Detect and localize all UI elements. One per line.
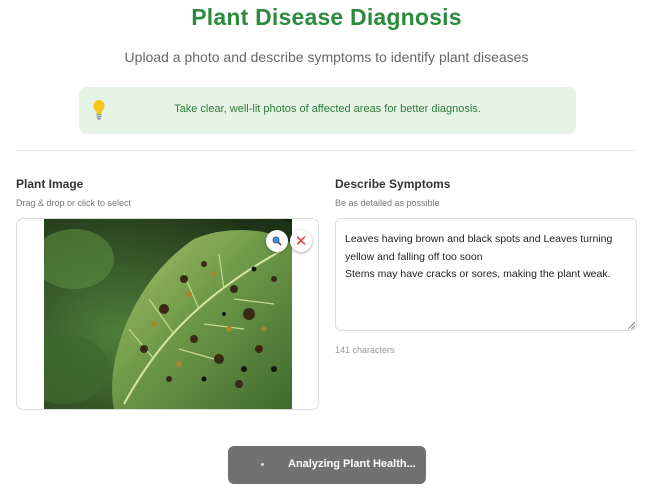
tip-text: Take clear, well-lit photos of affected … bbox=[174, 103, 481, 115]
page-title: Plant Disease Diagnosis bbox=[191, 4, 462, 30]
plant-image-hint: Drag & drop or click to select bbox=[16, 198, 132, 208]
close-icon: ✕ bbox=[294, 232, 308, 250]
plant-image-label: Plant Image bbox=[16, 177, 84, 191]
loading-spinner-icon bbox=[261, 463, 264, 466]
plant-leaf-image bbox=[44, 219, 292, 409]
character-count: 141 characters bbox=[335, 345, 395, 355]
page-subtitle: Upload a photo and describe symptoms to … bbox=[124, 49, 529, 65]
zoom-image-button[interactable] bbox=[266, 230, 288, 252]
magnifier-icon bbox=[272, 236, 282, 246]
resize-handle-icon[interactable] bbox=[628, 322, 635, 329]
section-divider bbox=[16, 150, 637, 151]
tip-banner: Take clear, well-lit photos of affected … bbox=[79, 87, 576, 134]
symptoms-textarea[interactable]: Leaves having brown and black spots and … bbox=[335, 218, 637, 331]
analyze-button-label: Analyzing Plant Health... bbox=[288, 458, 416, 470]
remove-image-button[interactable]: ✕ bbox=[290, 230, 312, 252]
symptoms-label: Describe Symptoms bbox=[335, 177, 451, 191]
analyze-button[interactable]: Analyzing Plant Health... bbox=[228, 446, 426, 484]
symptoms-hint: Be as detailed as possible bbox=[335, 198, 440, 208]
